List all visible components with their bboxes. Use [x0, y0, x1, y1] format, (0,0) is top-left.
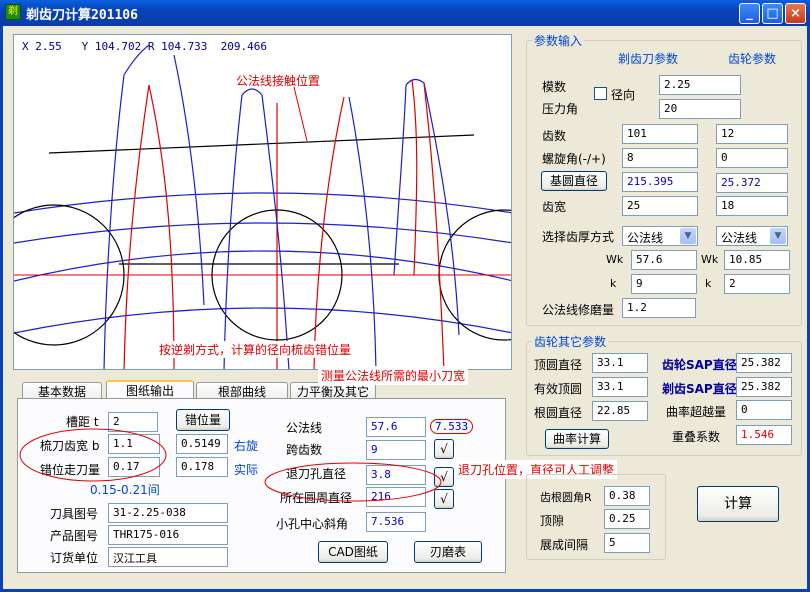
cutter-k-label: k — [610, 277, 617, 290]
title-bar[interactable]: 剃 剃齿刀计算201106 _ □ × — [0, 0, 810, 26]
chevron-down-icon[interactable]: ▼ — [680, 228, 696, 244]
span-teeth-input[interactable]: 9 — [366, 440, 426, 460]
pressure-angle-input[interactable]: 20 — [659, 99, 741, 119]
eff-tip-label: 有效顶圆 — [534, 382, 583, 396]
cutter-thickness-select[interactable]: 公法线 ▼ — [622, 226, 698, 246]
cutter-col-header: 剃齿刀参数 — [618, 52, 679, 66]
drawing-output-panel: 槽距 t 2 错位量 梳刀齿宽 b 1.1 0.5149 右旋 错位走刀量 0.… — [17, 398, 506, 573]
gear-other-title: 齿轮其它参数 — [532, 333, 609, 350]
order-unit-input[interactable]: 汉江工具 — [108, 547, 228, 567]
tip-dia-input[interactable]: 33.1 — [592, 353, 648, 373]
param-input-title: 参数输入 — [532, 32, 585, 49]
face-width-label: 齿宽 — [542, 200, 567, 214]
span-check-button[interactable]: √ — [434, 439, 454, 459]
gear-face-width-input[interactable]: 18 — [716, 196, 788, 216]
hole-angle-input[interactable]: 7.536 — [366, 512, 426, 532]
gear-thickness-select[interactable]: 公法线 ▼ — [716, 226, 788, 246]
gear-wk-label: Wk — [701, 253, 719, 266]
window-title: 剃齿刀计算201106 — [26, 8, 138, 23]
curvature-calc-button[interactable]: 曲率计算 — [545, 429, 609, 449]
helix-side-label: 右旋 — [234, 439, 259, 453]
root-radius-input[interactable]: 0.38 — [604, 486, 650, 506]
grind-amount-input[interactable]: 1.2 — [622, 298, 696, 318]
relief-highlight-ellipse — [264, 462, 442, 502]
base-dia-button[interactable]: 基圆直径 — [541, 171, 607, 191]
helix-label: 螺旋角(-/+) — [542, 152, 606, 166]
cutter-base-dia-input[interactable]: 215.395 — [622, 172, 698, 192]
gear-drawing-canvas[interactable]: X 2.55 Y 104.702 R 104.733 209.466 公法线接触… — [13, 34, 512, 370]
range-note: 0.15-0.21间 — [90, 483, 160, 497]
tip-dia-label: 顶圆直径 — [534, 358, 583, 372]
chevron-down-icon[interactable]: ▼ — [770, 228, 786, 244]
module-label: 模数 — [542, 80, 567, 94]
tool-no-label: 刀具图号 — [50, 507, 99, 521]
clearance-label: 顶隙 — [540, 514, 565, 528]
overcut-label: 曲率超越量 — [666, 405, 727, 419]
gear-helix-input[interactable]: 0 — [716, 148, 788, 168]
cad-drawing-button[interactable]: CAD图纸 — [318, 541, 388, 563]
spread-input[interactable]: 5 — [604, 533, 650, 553]
gear-teeth-input[interactable]: 12 — [716, 124, 788, 144]
cutter-helix-input[interactable]: 8 — [622, 148, 698, 168]
min-width-tooltip: 测量公法线所需的最小刀宽 — [318, 366, 469, 385]
root-dia-input[interactable]: 22.85 — [592, 401, 648, 421]
common-normal-input[interactable]: 57.6 — [366, 417, 426, 437]
spread-label: 展成间隔 — [540, 538, 589, 552]
grind-amount-label: 公法线修磨量 — [542, 303, 615, 317]
clearance-input[interactable]: 0.25 — [604, 509, 650, 529]
close-button[interactable]: × — [785, 3, 806, 24]
maximize-button[interactable]: □ — [762, 3, 783, 24]
sap-shave-input[interactable]: 25.382 — [736, 377, 792, 397]
thickness-mode-label: 选择齿厚方式 — [542, 230, 615, 244]
hole-angle-label: 小孔中心斜角 — [276, 517, 349, 531]
gear-k-input[interactable]: 2 — [724, 274, 790, 294]
app-icon[interactable]: 剃 — [5, 4, 21, 20]
min-width-value: 7.533 — [430, 419, 474, 434]
root-dia-label: 根圆直径 — [534, 406, 583, 420]
root-radius-label: 齿根圆角R — [540, 491, 592, 504]
common-normal-label: 公法线 — [286, 421, 323, 435]
calculate-button[interactable]: 计算 — [697, 486, 779, 522]
sap-gear-input[interactable]: 25.382 — [736, 353, 792, 373]
overcut-input[interactable]: 0 — [736, 400, 792, 420]
gear-col-header: 齿轮参数 — [728, 52, 777, 66]
minimize-button[interactable]: _ — [739, 3, 760, 24]
cutter-teeth-input[interactable]: 101 — [622, 124, 698, 144]
gear-base-dia-input[interactable]: 25.372 — [716, 173, 788, 193]
gear-thickness-value: 公法线 — [721, 231, 758, 245]
actual-label: 实际 — [234, 463, 259, 477]
overlap-label: 重叠系数 — [672, 430, 721, 444]
cutter-wk-input[interactable]: 57.6 — [631, 250, 697, 270]
cutter-k-input[interactable]: 9 — [631, 274, 697, 294]
contact-position-annotation: 公法线接触位置 — [236, 74, 321, 88]
radial-label: 径向 — [611, 88, 636, 102]
misalign-highlight-ellipse — [19, 428, 167, 482]
gear-wk-input[interactable]: 10.85 — [724, 250, 790, 270]
tool-no-input[interactable]: 31-2.25-038 — [108, 503, 228, 523]
eff-tip-input[interactable]: 33.1 — [592, 377, 648, 397]
grind-table-button[interactable]: 刃磨表 — [414, 541, 482, 563]
order-unit-label: 订货单位 — [50, 551, 99, 565]
cutter-wk-label: Wk — [606, 253, 624, 266]
radial-checkbox[interactable] — [594, 87, 607, 100]
product-no-label: 产品图号 — [50, 529, 99, 543]
cutter-thickness-value: 公法线 — [627, 231, 664, 245]
product-no-input[interactable]: THR175-016 — [108, 525, 228, 545]
pressure-angle-label: 压力角 — [542, 102, 579, 116]
gear-k-label: k — [705, 277, 712, 290]
span-teeth-label: 跨齿数 — [286, 443, 323, 457]
sap-shave-label: 剃齿SAP直径 — [662, 382, 737, 396]
teeth-label: 齿数 — [542, 129, 567, 143]
sap-gear-label: 齿轮SAP直径 — [662, 358, 737, 372]
module-input[interactable]: 2.25 — [659, 75, 741, 95]
overlap-input[interactable]: 1.546 — [736, 425, 792, 445]
misalign-annotation: 按逆剃方式，计算的径向梳齿错位量 — [159, 341, 352, 358]
cutter-face-width-input[interactable]: 25 — [622, 196, 698, 216]
